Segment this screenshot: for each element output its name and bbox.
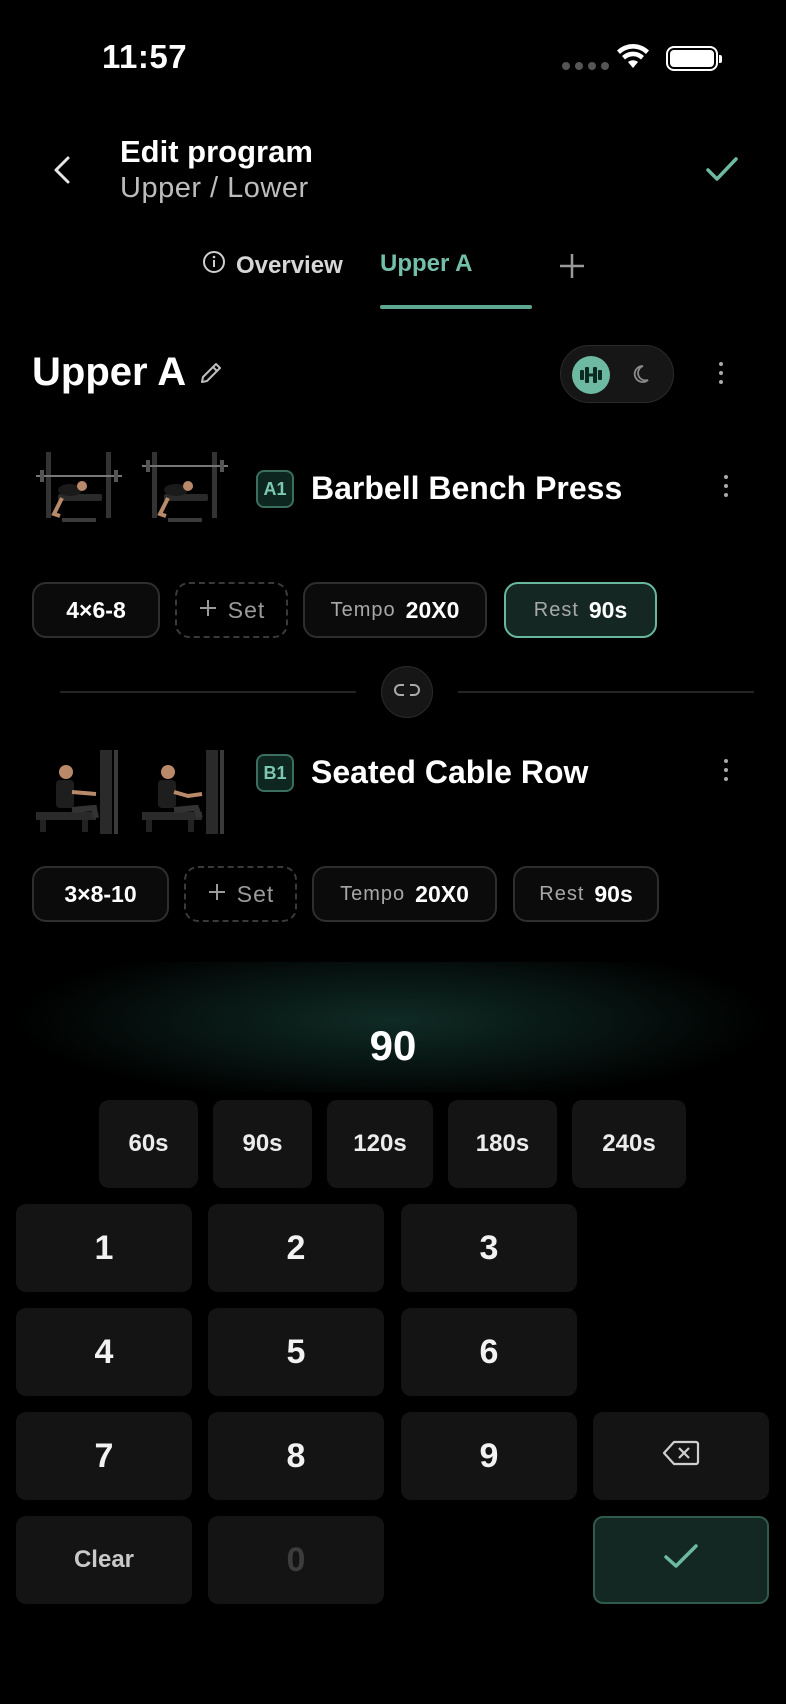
backspace-button[interactable] — [593, 1412, 769, 1500]
exercise-badge: A1 — [256, 470, 294, 508]
dumbbell-icon — [572, 356, 610, 394]
key-2[interactable]: 2 — [208, 1204, 384, 1292]
day-title: Upper A — [32, 350, 187, 394]
page-subtitle: Upper / Lower — [120, 172, 309, 204]
exercise-badge: B1 — [256, 754, 294, 792]
set-scheme-value: 3×8-10 — [64, 880, 137, 907]
add-day-button[interactable] — [556, 250, 588, 287]
link-icon — [393, 682, 421, 703]
day-type-toggle[interactable] — [560, 345, 674, 403]
key-7[interactable]: 7 — [16, 1412, 192, 1500]
key-9[interactable]: 9 — [401, 1412, 577, 1500]
key-1[interactable]: 1 — [16, 1204, 192, 1292]
tempo-chip[interactable]: Tempo 20X0 — [303, 582, 487, 638]
status-time: 11:57 — [102, 38, 188, 75]
divider-right — [458, 691, 754, 693]
link-superset-button[interactable] — [381, 666, 433, 718]
key-5[interactable]: 5 — [208, 1308, 384, 1396]
check-icon — [662, 1541, 700, 1580]
set-scheme-chip[interactable]: 3×8-10 — [32, 866, 169, 922]
bench-press-thumbnail-1 — [32, 442, 126, 536]
add-set-button[interactable]: Set — [175, 582, 288, 638]
exercise-more-menu-icon[interactable] — [724, 475, 728, 497]
exercise-name[interactable]: Barbell Bench Press — [311, 470, 622, 507]
rest-label: Rest — [533, 598, 579, 621]
tab-overview-label: Overview — [236, 251, 343, 279]
rest-label: Rest — [539, 882, 585, 905]
tab-overview[interactable]: Overview — [202, 250, 343, 281]
tempo-label: Tempo — [340, 882, 406, 905]
exercise-name[interactable]: Seated Cable Row — [311, 754, 588, 791]
rest-value: 90s — [588, 596, 628, 623]
day-more-menu-icon[interactable] — [719, 362, 723, 384]
plus-icon — [207, 881, 227, 908]
info-icon — [202, 250, 226, 281]
wifi-icon — [616, 44, 650, 75]
key-4[interactable]: 4 — [16, 1308, 192, 1396]
tempo-value: 20X0 — [415, 880, 469, 907]
key-6[interactable]: 6 — [401, 1308, 577, 1396]
tempo-value: 20X0 — [405, 596, 460, 623]
preset-180s-button[interactable]: 180s — [448, 1100, 557, 1188]
add-set-label: Set — [227, 596, 266, 623]
cable-row-thumbnail-2 — [138, 748, 232, 842]
bench-press-thumbnail-2 — [138, 442, 232, 536]
preset-120s-button[interactable]: 120s — [327, 1100, 433, 1188]
divider-left — [60, 691, 356, 693]
active-tab-indicator — [380, 305, 532, 309]
rest-chip[interactable]: Rest 90s — [513, 866, 659, 922]
key-0[interactable]: 0 — [208, 1516, 384, 1604]
set-scheme-value: 4×6-8 — [66, 596, 126, 623]
set-scheme-chip[interactable]: 4×6-8 — [32, 582, 160, 638]
rest-chip[interactable]: Rest 90s — [504, 582, 657, 638]
clear-button[interactable]: Clear — [16, 1516, 192, 1604]
key-3[interactable]: 3 — [401, 1204, 577, 1292]
backspace-icon — [662, 1437, 700, 1476]
add-set-button[interactable]: Set — [184, 866, 297, 922]
save-check-button[interactable] — [704, 154, 740, 189]
cable-row-thumbnail-1 — [32, 748, 126, 842]
page-title: Edit program — [120, 134, 313, 169]
back-button[interactable] — [48, 152, 76, 193]
tempo-label: Tempo — [330, 598, 396, 621]
edit-pencil-icon[interactable] — [198, 360, 224, 391]
preset-90s-button[interactable]: 90s — [213, 1100, 312, 1188]
rest-value: 90s — [594, 880, 633, 907]
battery-icon — [666, 46, 722, 71]
key-8[interactable]: 8 — [208, 1412, 384, 1500]
preset-240s-button[interactable]: 240s — [572, 1100, 686, 1188]
preset-60s-button[interactable]: 60s — [99, 1100, 198, 1188]
keypad-display-value: 90 — [369, 1022, 417, 1069]
moon-icon — [632, 362, 656, 391]
exercise-more-menu-icon[interactable] — [724, 759, 728, 781]
cellular-signal-icon — [562, 62, 609, 70]
add-set-label: Set — [236, 880, 275, 907]
plus-icon — [198, 597, 218, 624]
confirm-button[interactable] — [593, 1516, 769, 1604]
tab-upper-a[interactable]: Upper A — [380, 250, 472, 278]
tempo-chip[interactable]: Tempo 20X0 — [312, 866, 497, 922]
